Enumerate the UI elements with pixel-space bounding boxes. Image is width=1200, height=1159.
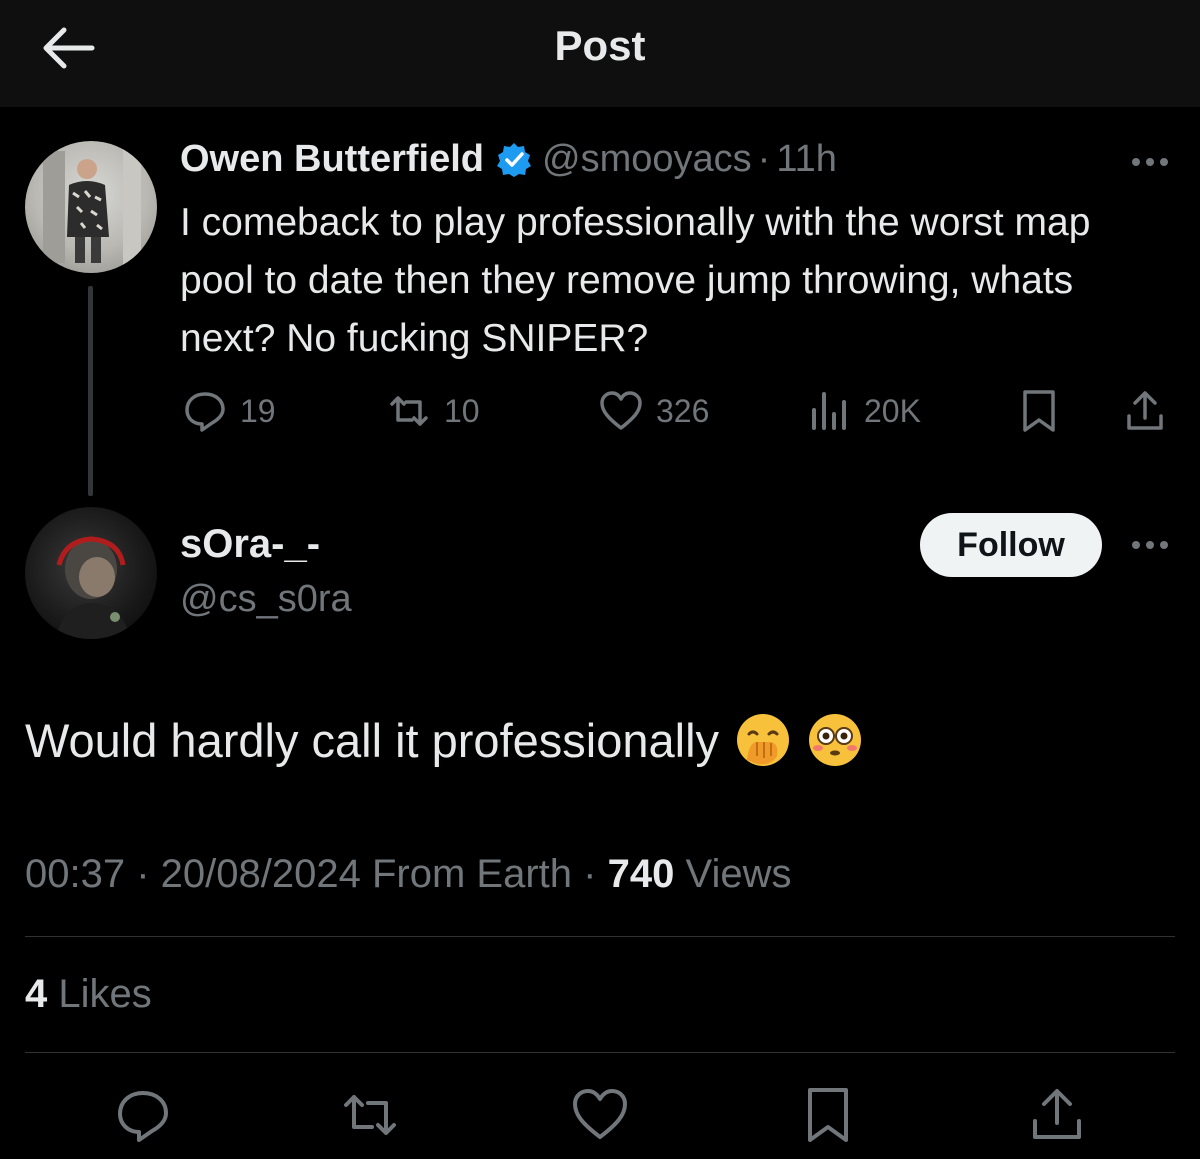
avatar[interactable] (25, 507, 157, 639)
share-icon (1033, 1089, 1081, 1139)
verified-badge-icon (497, 142, 532, 177)
repost-count: 10 (444, 392, 480, 429)
share-button[interactable] (1027, 1085, 1087, 1145)
avatar-photo (43, 147, 141, 265)
share-button[interactable] (1122, 388, 1180, 434)
reply-icon (118, 1091, 168, 1142)
views-button[interactable]: 20K (806, 388, 921, 434)
repost-button[interactable] (340, 1085, 400, 1145)
reply-icon (185, 392, 225, 432)
like-count: 326 (656, 392, 710, 429)
reply-post-text: Would hardly call it professionally (25, 712, 863, 768)
avatar[interactable] (25, 141, 157, 273)
bottom-action-bar (0, 1085, 1200, 1145)
post-action-bar: 19 10 326 20K (0, 388, 1200, 436)
reply-date[interactable]: 20/08/2024 (161, 852, 361, 896)
bookmark-button[interactable] (798, 1085, 858, 1145)
bookmark-icon (1023, 390, 1055, 432)
reply-button[interactable]: 19 (182, 388, 276, 434)
follow-button[interactable]: Follow (920, 513, 1102, 577)
heart-icon (573, 1089, 627, 1139)
views-label: Views (685, 852, 792, 896)
more-options-button[interactable] (1128, 535, 1172, 555)
likes-label: Likes (58, 972, 152, 1016)
likes-summary[interactable]: 4 Likes (25, 972, 152, 1017)
face-with-hand-over-mouth-icon (737, 714, 790, 766)
analytics-icon (812, 392, 846, 430)
like-button[interactable] (570, 1085, 630, 1145)
post-timestamp[interactable]: 11h (776, 138, 837, 181)
more-options-button[interactable] (1128, 152, 1172, 172)
author-handle[interactable]: @smooyacs (542, 138, 752, 181)
more-horizontal-icon (1132, 158, 1168, 166)
parent-post-header: Owen Butterfield @smooyacs · 11h (180, 138, 837, 181)
divider (25, 936, 1175, 937)
page-title: Post (554, 22, 646, 69)
post-text: I comeback to play professionally with t… (180, 201, 1091, 360)
author-name[interactable]: Owen Butterfield (180, 138, 484, 181)
separator-dot: · (757, 138, 771, 180)
views-count: 740 (607, 852, 675, 896)
reply-time[interactable]: 00:37 (25, 852, 125, 896)
like-button[interactable]: 326 (598, 388, 709, 434)
reply-location: From Earth (372, 852, 573, 896)
heart-icon (600, 391, 642, 430)
avatar-photo (55, 536, 131, 639)
likes-count: 4 (25, 972, 48, 1016)
divider (25, 1052, 1175, 1053)
repost-button[interactable]: 10 (386, 388, 480, 434)
post-metadata: 00:37 · 20/08/2024 From Earth · 740 View… (25, 852, 792, 896)
bookmark-icon (808, 1088, 848, 1142)
bookmark-button[interactable] (1016, 388, 1074, 434)
view-count: 20K (864, 392, 921, 429)
more-horizontal-icon (1132, 541, 1168, 549)
repost-icon (344, 1095, 396, 1135)
reply-author-name[interactable]: sOra-_- (180, 522, 320, 567)
share-icon (1127, 391, 1163, 430)
top-bar: Post (0, 0, 1200, 107)
reply-count: 19 (240, 392, 276, 429)
flushed-face-icon (809, 714, 862, 766)
reply-text: Would hardly call it professionally (25, 713, 720, 767)
reply-author-handle[interactable]: @cs_s0ra (180, 578, 352, 621)
repost-icon (390, 396, 428, 426)
reply-button[interactable] (113, 1085, 173, 1145)
